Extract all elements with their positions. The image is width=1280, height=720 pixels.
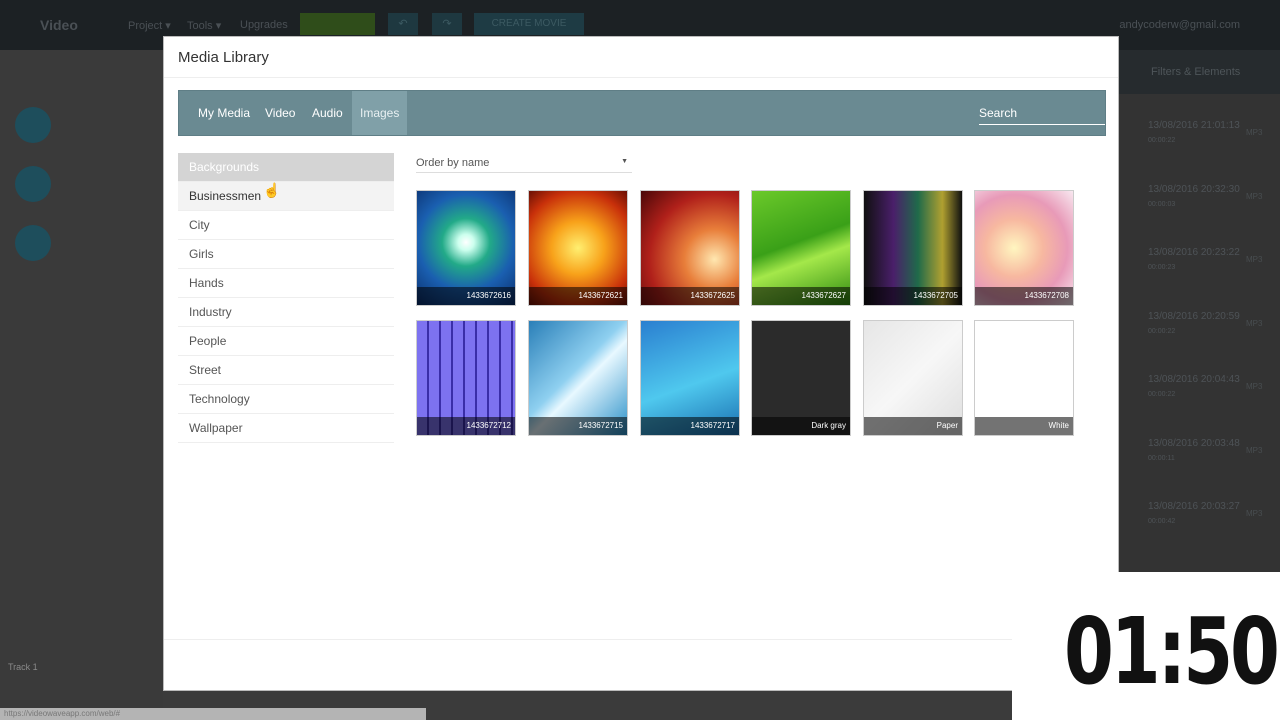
image-label: 1433672708 xyxy=(975,287,1073,305)
item-duration: 00:00:22 xyxy=(1148,391,1176,398)
file-type-badge: MP3 xyxy=(1246,128,1263,137)
audio-list-item[interactable]: 13/08/2016 21:01:13 00:00:22 xyxy=(1148,120,1240,144)
timer-text: 01:50 xyxy=(1064,598,1280,705)
image-tool-button[interactable] xyxy=(15,225,51,261)
category-item[interactable]: Wallpaper xyxy=(178,414,394,443)
redo-button[interactable]: ↷ xyxy=(432,13,462,35)
category-item[interactable]: People xyxy=(178,327,394,356)
image-label: 1433672717 xyxy=(641,417,739,435)
status-url: https://videowaveapp.com/web/# xyxy=(0,708,426,720)
item-date: 13/08/2016 20:03:27 xyxy=(1148,501,1240,512)
divider xyxy=(164,639,1118,640)
account-menu[interactable]: andycoderw@gmail.com xyxy=(1119,19,1240,31)
image-thumbnail[interactable]: Dark gray xyxy=(751,320,851,436)
image-label: 1433672621 xyxy=(529,287,627,305)
image-thumbnail[interactable]: 1433672712 xyxy=(416,320,516,436)
image-thumbnail[interactable]: 1433672715 xyxy=(528,320,628,436)
audio-list-item[interactable]: 13/08/2016 20:03:27 00:00:42 xyxy=(1148,501,1240,525)
category-item[interactable]: Industry xyxy=(178,298,394,327)
chevron-down-icon: ▼ xyxy=(621,158,628,165)
tools-menu[interactable]: Tools ▾ xyxy=(187,19,221,32)
category-item[interactable]: Hands xyxy=(178,269,394,298)
category-item[interactable]: Street xyxy=(178,356,394,385)
track-label: Track 1 xyxy=(8,662,38,672)
category-item[interactable]: Girls xyxy=(178,240,394,269)
image-thumbnail[interactable]: Paper xyxy=(863,320,963,436)
order-by-select[interactable]: Order by name ▼ xyxy=(416,157,632,173)
category-item[interactable]: Technology xyxy=(178,385,394,414)
item-date: 13/08/2016 20:04:43 xyxy=(1148,374,1240,385)
dialog-title: Media Library xyxy=(178,49,269,66)
image-label: 1433672715 xyxy=(529,417,627,435)
image-label: White xyxy=(975,417,1073,435)
file-type-badge: MP3 xyxy=(1246,255,1263,264)
tab-media[interactable]: Filters & Elements xyxy=(1151,66,1240,78)
left-tool-panel: Track 1 xyxy=(0,50,163,720)
audio-list-item[interactable]: 13/08/2016 20:23:22 00:00:23 xyxy=(1148,247,1240,271)
item-duration: 00:00:22 xyxy=(1148,327,1176,335)
audio-list-item[interactable]: 13/08/2016 20:03:48 00:00:11 xyxy=(1148,438,1240,462)
image-thumbnail[interactable]: 1433672616 xyxy=(416,190,516,306)
file-type-badge: MP3 xyxy=(1246,445,1263,455)
timer-overlay: 01:50 xyxy=(1012,572,1280,720)
item-duration: 00:00:11 xyxy=(1148,454,1175,462)
tab-video[interactable]: Video xyxy=(257,91,303,135)
image-label: 1433672627 xyxy=(752,287,850,305)
category-item[interactable]: Businessmen xyxy=(178,182,394,211)
project-menu[interactable]: Project ▾ xyxy=(128,19,171,32)
audio-list-item[interactable]: 13/08/2016 20:04:43 00:00:22 xyxy=(1148,374,1240,398)
item-duration: 00:00:03 xyxy=(1148,200,1176,208)
item-duration: 00:00:42 xyxy=(1148,518,1176,525)
image-label: 1433672625 xyxy=(641,287,739,305)
item-duration: 00:00:23 xyxy=(1148,264,1176,271)
create-movie-button[interactable]: CREATE MOVIE xyxy=(474,13,584,35)
image-label: Dark gray xyxy=(752,417,850,435)
item-duration: 00:00:22 xyxy=(1148,137,1176,144)
image-thumbnail[interactable]: 1433672705 xyxy=(863,190,963,306)
image-thumbnail[interactable]: 1433672717 xyxy=(640,320,740,436)
item-date: 13/08/2016 20:23:22 xyxy=(1148,247,1240,258)
save-button[interactable] xyxy=(300,13,375,35)
upgrades-link[interactable]: Upgrades xyxy=(240,19,288,31)
image-label: 1433672712 xyxy=(417,417,515,435)
right-media-panel: Filters & Elements 13/08/2016 21:01:13 00… xyxy=(1118,50,1280,572)
category-list: Backgrounds Businessmen City Girls Hands Indu… xyxy=(178,153,394,443)
image-thumbnail[interactable]: 1433672621 xyxy=(528,190,628,306)
image-label: 1433672616 xyxy=(417,287,515,305)
text-tool-button[interactable] xyxy=(15,166,51,202)
item-date: 13/08/2016 20:20:59 xyxy=(1148,310,1240,322)
tab-images[interactable]: Images xyxy=(352,91,408,135)
tab-my-media[interactable]: My Media xyxy=(190,91,258,135)
category-item[interactable]: City xyxy=(178,211,394,240)
audio-list-item[interactable]: 13/08/2016 20:32:30 00:00:03 xyxy=(1148,184,1240,208)
image-label: 1433672705 xyxy=(864,287,962,305)
file-type-badge: MP3 xyxy=(1246,191,1263,201)
order-by-value: Order by name xyxy=(416,157,490,169)
media-tool-button[interactable] xyxy=(15,107,51,143)
image-label: Paper xyxy=(864,417,962,435)
image-thumbnail[interactable]: White xyxy=(974,320,1074,436)
item-date: 13/08/2016 21:01:13 xyxy=(1148,120,1240,131)
image-thumbnail[interactable]: 1433672708 xyxy=(974,190,1074,306)
audio-list-item[interactable]: 13/08/2016 20:20:59 00:00:22 xyxy=(1148,311,1240,335)
app-logo: Video xyxy=(40,17,78,33)
image-thumbnail[interactable]: 1433672625 xyxy=(640,190,740,306)
file-type-badge: MP3 xyxy=(1246,509,1263,518)
media-tabs: My Media Video Audio Images Search xyxy=(178,90,1106,136)
mouse-cursor-icon: ☝ xyxy=(263,182,281,198)
item-date: 13/08/2016 20:32:30 xyxy=(1148,183,1240,195)
undo-button[interactable]: ↶ xyxy=(388,13,418,35)
file-type-badge: MP3 xyxy=(1246,382,1263,391)
file-type-badge: MP3 xyxy=(1246,318,1263,328)
category-item[interactable]: Backgrounds xyxy=(178,153,394,182)
image-thumbnail[interactable]: 1433672627 xyxy=(751,190,851,306)
search-input[interactable]: Search xyxy=(979,103,1105,125)
media-library-dialog: Media Library My Media Video Audio Image… xyxy=(163,36,1119,691)
divider xyxy=(164,77,1118,78)
tab-audio[interactable]: Audio xyxy=(304,91,351,135)
item-date: 13/08/2016 20:03:48 xyxy=(1148,437,1240,449)
